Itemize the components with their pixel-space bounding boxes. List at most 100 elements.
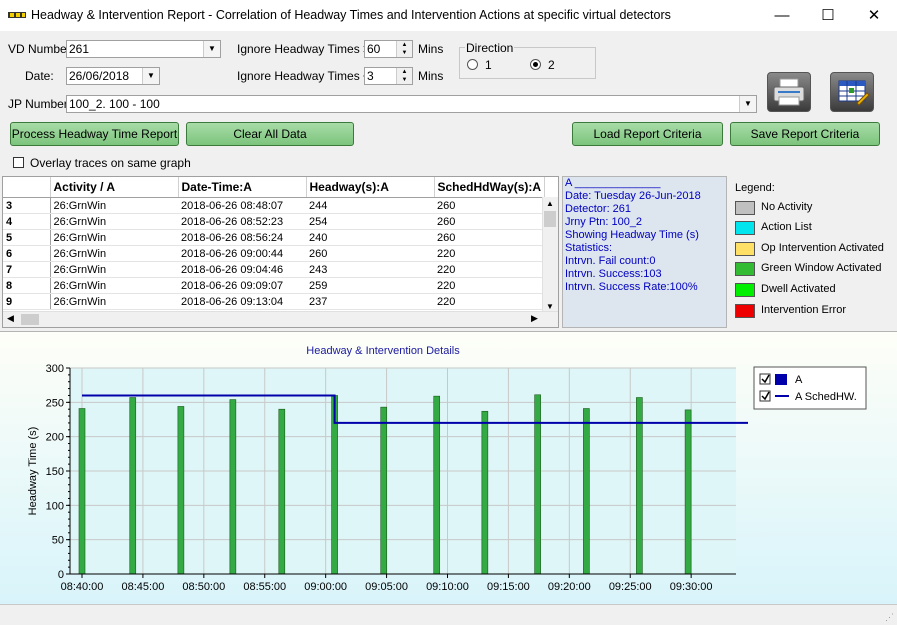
table-cell[interactable]: 26:GrnWin	[50, 213, 178, 230]
spin-up-icon[interactable]: ▲	[397, 68, 412, 76]
table-header-row: Activity / A Date-Time:A Headway(s):A Sc…	[3, 177, 545, 198]
headway-bar[interactable]	[78, 408, 86, 575]
table-cell[interactable]: 2018-06-26 08:52:23	[178, 213, 306, 230]
overlay-checkbox[interactable]	[13, 157, 24, 168]
headway-bar[interactable]	[380, 406, 388, 575]
table-cell[interactable]: 259	[306, 277, 434, 294]
status-bar: ⋰	[0, 604, 897, 625]
table-cell[interactable]: 2018-06-26 08:48:07	[178, 197, 306, 214]
spin-down-icon[interactable]: ▼	[397, 49, 412, 57]
table-cell[interactable]: 2018-06-26 09:09:07	[178, 277, 306, 294]
process-report-button[interactable]: Process Headway Time Report	[10, 122, 179, 146]
column-header[interactable]: SchedHdWay(s):A	[434, 177, 545, 198]
date-picker[interactable]: 26/06/2018 ▼	[66, 67, 160, 85]
table-cell[interactable]: 220	[434, 245, 544, 262]
table-cell[interactable]: 26:GrnWin	[50, 277, 178, 294]
jp-number-combo[interactable]: 100_2. 100 - 100 ▼	[66, 95, 757, 113]
load-report-criteria-button[interactable]: Load Report Criteria	[572, 122, 723, 146]
table-cell[interactable]: 220	[434, 277, 544, 294]
table-cell[interactable]: 254	[306, 213, 434, 230]
table-row[interactable]: 7 26:GrnWin 2018-06-26 09:04:46 243 220	[3, 261, 544, 278]
row-number[interactable]: 7	[3, 261, 51, 278]
table-cell[interactable]: 2018-06-26 09:00:44	[178, 245, 306, 262]
table-cell[interactable]: 240	[306, 229, 434, 246]
ignore-gt-spinner[interactable]: 60 ▲ ▼	[364, 40, 413, 58]
table-cell[interactable]: 26:GrnWin	[50, 293, 178, 310]
export-grid-button[interactable]	[830, 72, 874, 112]
table-row[interactable]: 5 26:GrnWin 2018-06-26 08:56:24 240 260	[3, 229, 544, 246]
table-cell[interactable]: 220	[434, 293, 544, 310]
row-number[interactable]: 9	[3, 293, 51, 310]
headway-bar[interactable]	[229, 399, 237, 575]
column-header[interactable]: Activity / A	[50, 177, 179, 198]
table-cell[interactable]: 244	[306, 197, 434, 214]
radio-dot-icon	[533, 62, 538, 67]
row-number[interactable]: 3	[3, 197, 51, 214]
vd-number-value: 261	[69, 42, 90, 56]
resize-grip-icon[interactable]: ⋰	[885, 612, 894, 623]
headway-bar[interactable]	[534, 394, 541, 575]
headway-bar[interactable]	[278, 408, 286, 575]
scroll-thumb[interactable]	[544, 211, 556, 227]
scroll-left-icon[interactable]: ◀	[7, 313, 14, 324]
table-cell[interactable]: 2018-06-26 09:04:46	[178, 261, 306, 278]
mins-label-1: Mins	[418, 42, 444, 56]
headway-bar[interactable]	[129, 397, 137, 575]
save-report-criteria-button[interactable]: Save Report Criteria	[730, 122, 880, 146]
table-row[interactable]: 8 26:GrnWin 2018-06-26 09:09:07 259 220	[3, 277, 544, 294]
direction-option-1: 1	[485, 58, 492, 72]
table-row[interactable]: 4 26:GrnWin 2018-06-26 08:52:23 254 260	[3, 213, 544, 230]
headway-bar[interactable]	[636, 397, 643, 575]
table-row[interactable]: 3 26:GrnWin 2018-06-26 08:48:07 244 260	[3, 197, 544, 214]
row-number[interactable]: 6	[3, 245, 51, 262]
direction-radio-2[interactable]	[530, 59, 541, 70]
table-cell[interactable]: 26:GrnWin	[50, 245, 178, 262]
table-cell[interactable]: 243	[306, 261, 434, 278]
direction-radio-1[interactable]	[467, 59, 478, 70]
calendar-dropdown-icon[interactable]: ▼	[142, 68, 159, 84]
table-row[interactable]: 6 26:GrnWin 2018-06-26 09:00:44 260 220	[3, 245, 544, 262]
row-number[interactable]: 4	[3, 213, 51, 230]
table-cell[interactable]: 26:GrnWin	[50, 197, 178, 214]
table-cell[interactable]: 2018-06-26 09:13:04	[178, 293, 306, 310]
table-cell[interactable]: 2018-06-26 08:56:24	[178, 229, 306, 246]
table-cell[interactable]: 260	[434, 197, 544, 214]
minimize-button[interactable]: —	[759, 0, 805, 31]
table-cell[interactable]: 26:GrnWin	[50, 229, 178, 246]
table-cell[interactable]: 220	[434, 261, 544, 278]
table-cell[interactable]: 26:GrnWin	[50, 261, 178, 278]
dropdown-arrow-icon[interactable]: ▼	[203, 41, 220, 57]
ignore-lt-spinner[interactable]: 3 ▲ ▼	[364, 67, 413, 85]
row-number[interactable]: 5	[3, 229, 51, 246]
spin-up-icon[interactable]: ▲	[397, 41, 412, 49]
vertical-scrollbar[interactable]: ▲ ▼	[542, 197, 558, 313]
spin-down-icon[interactable]: ▼	[397, 76, 412, 84]
dropdown-arrow-icon[interactable]: ▼	[739, 96, 756, 112]
column-header[interactable]: Date-Time:A	[178, 177, 307, 198]
headway-bar[interactable]	[481, 410, 489, 575]
stats-line: Statistics:	[565, 242, 613, 254]
maximize-button[interactable]: ☐	[805, 0, 851, 31]
vd-number-combo[interactable]: 261 ▼	[66, 40, 221, 58]
scroll-down-icon[interactable]: ▼	[546, 302, 554, 311]
table-cell[interactable]: 260	[434, 229, 544, 246]
scroll-up-icon[interactable]: ▲	[546, 199, 554, 208]
table-cell[interactable]: 260	[434, 213, 544, 230]
scroll-thumb-horizontal[interactable]	[21, 314, 39, 325]
table-cell[interactable]: 260	[306, 245, 434, 262]
scroll-right-icon[interactable]: ▶	[531, 313, 538, 324]
headway-bar[interactable]	[684, 409, 692, 575]
row-number[interactable]: 8	[3, 277, 51, 294]
table-row[interactable]: 9 26:GrnWin 2018-06-26 09:13:04 237 220	[3, 293, 544, 310]
headway-bar[interactable]	[583, 408, 590, 575]
close-button[interactable]: ✕	[851, 0, 897, 31]
column-header[interactable]: Headway(s):A	[306, 177, 435, 198]
headway-bar[interactable]	[177, 406, 185, 575]
print-button[interactable]	[767, 72, 811, 112]
horizontal-scrollbar[interactable]: ◀ ▶	[3, 311, 558, 327]
table-cell[interactable]: 237	[306, 293, 434, 310]
spreadsheet-icon	[838, 80, 870, 106]
headway-table[interactable]: Activity / A Date-Time:A Headway(s):A Sc…	[2, 176, 559, 328]
x-tick-label: 09:20:00	[548, 581, 591, 593]
clear-all-data-button[interactable]: Clear All Data	[186, 122, 354, 146]
